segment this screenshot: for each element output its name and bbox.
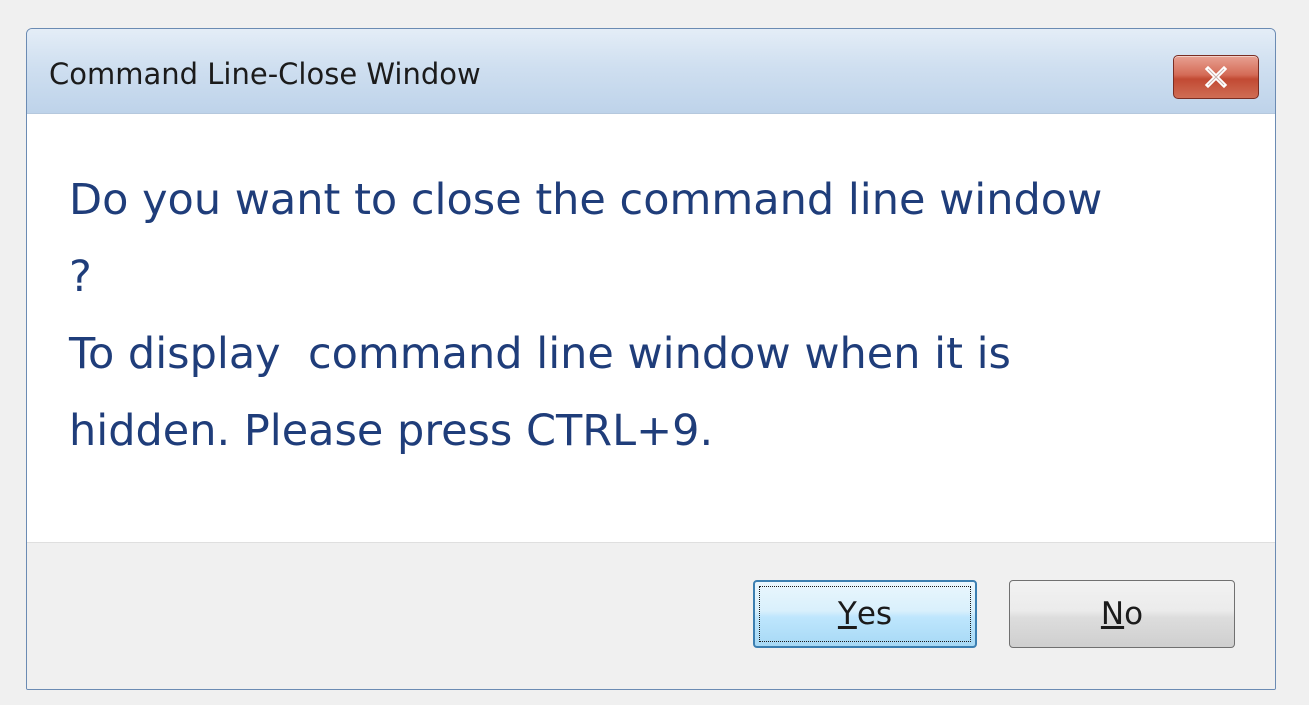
message-line-1: Do you want to close the command line wi… bbox=[69, 175, 1103, 225]
close-window-dialog: Command Line-Close Window Do you want to… bbox=[26, 28, 1276, 690]
message-line-4: hidden. Please press CTRL+9. bbox=[69, 406, 714, 456]
no-button[interactable]: No bbox=[1009, 580, 1235, 648]
yes-mnemonic: Y bbox=[837, 596, 857, 632]
window-title: Command Line-Close Window bbox=[49, 57, 481, 91]
dialog-content: Do you want to close the command line wi… bbox=[27, 114, 1275, 542]
no-mnemonic: N bbox=[1100, 596, 1125, 632]
title-bar[interactable]: Command Line-Close Window bbox=[27, 29, 1275, 114]
message-line-3: To display command line window when it i… bbox=[69, 329, 1011, 379]
yes-button[interactable]: Yes bbox=[753, 580, 977, 648]
close-button[interactable] bbox=[1173, 55, 1259, 99]
button-bar: Yes No bbox=[27, 542, 1275, 689]
dialog-message: Do you want to close the command line wi… bbox=[69, 162, 1239, 470]
close-x-icon bbox=[1204, 65, 1228, 89]
yes-label-rest: es bbox=[856, 596, 893, 632]
no-label-rest: o bbox=[1124, 596, 1144, 632]
message-line-2: ? bbox=[69, 252, 92, 302]
